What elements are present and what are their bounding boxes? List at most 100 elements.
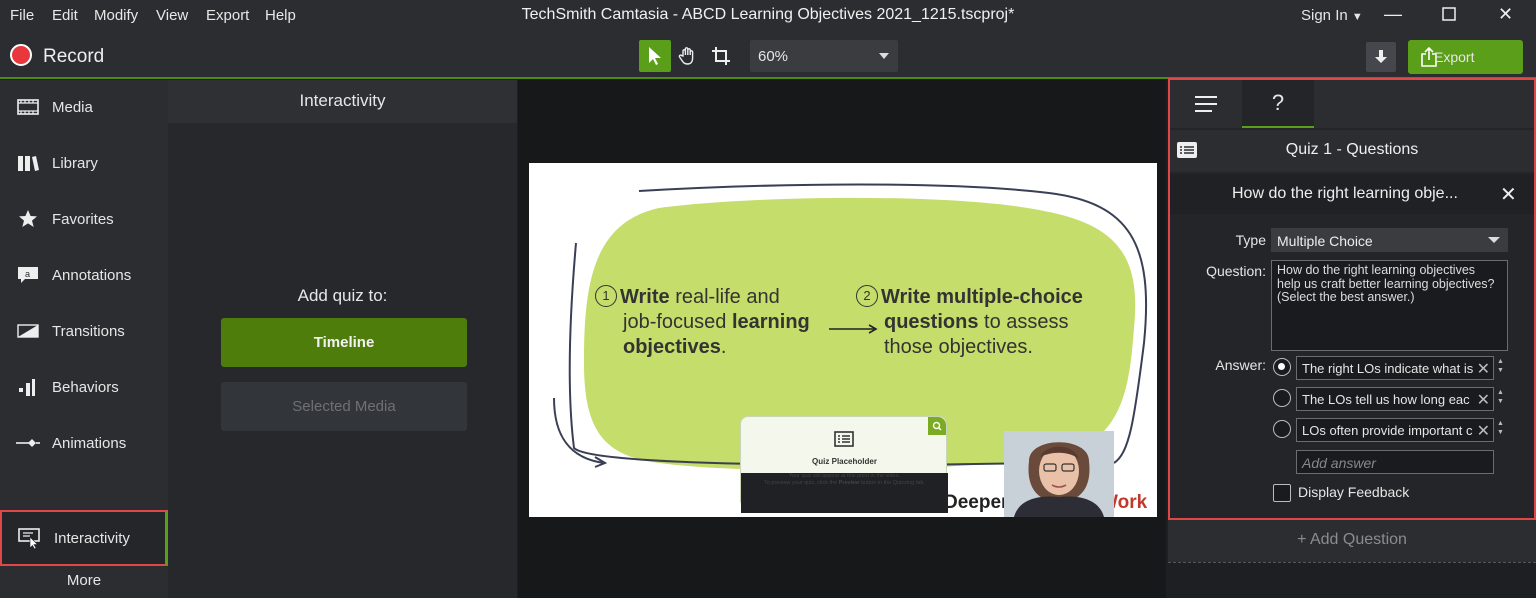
record-button[interactable]: Record bbox=[43, 46, 104, 68]
answer-reorder-3[interactable]: ▲ ▼ bbox=[1497, 419, 1505, 437]
chevron-down-icon: ▼ bbox=[1351, 11, 1363, 23]
answer-label: Answer: bbox=[1215, 357, 1266, 373]
presenter-avatar bbox=[1004, 431, 1114, 517]
sidebar-item-annotations[interactable]: a Annotations bbox=[0, 248, 168, 302]
add-quiz-label: Add quiz to: bbox=[297, 286, 388, 305]
star-icon bbox=[16, 209, 40, 229]
step-one-verb: Write bbox=[620, 286, 670, 308]
question-label: Question: bbox=[1206, 263, 1266, 279]
sidebar-item-label: Library bbox=[52, 154, 98, 172]
remove-answer-icon[interactable]: ✕ bbox=[1474, 390, 1490, 410]
step-two-line2-bold: questions bbox=[884, 311, 979, 333]
arrow-down-icon bbox=[1375, 50, 1387, 63]
question-textarea[interactable]: How do the right learning objectives hel… bbox=[1271, 260, 1508, 351]
sign-in-label: Sign In bbox=[1301, 7, 1348, 24]
question-drop-area bbox=[1168, 562, 1536, 598]
step-one-line3: objectives bbox=[623, 336, 721, 358]
sidebar-item-label: Media bbox=[52, 98, 93, 116]
quiz-placeholder-line1: Your quiz will appear at this point in t… bbox=[788, 473, 901, 479]
library-icon bbox=[16, 153, 40, 173]
sidebar-item-animations[interactable]: Animations bbox=[0, 416, 168, 470]
step-one-line2-bold: learning bbox=[731, 311, 810, 333]
interactivity-icon bbox=[18, 528, 42, 549]
sidebar-item-label: Transitions bbox=[52, 322, 125, 340]
remove-answer-icon[interactable]: ✕ bbox=[1474, 359, 1490, 379]
answer-text-1: The right LOs indicate what is bbox=[1302, 361, 1474, 376]
pan-hand-icon[interactable] bbox=[672, 40, 704, 72]
display-feedback-checkbox[interactable] bbox=[1273, 484, 1291, 502]
quiz-placeholder-line2: To preview your quiz, click the bbox=[764, 480, 839, 486]
sidebar-item-media[interactable]: Media bbox=[0, 80, 168, 134]
behaviors-icon bbox=[16, 377, 40, 397]
sidebar-item-interactivity[interactable]: Interactivity bbox=[0, 510, 168, 566]
sidebar-item-label: Animations bbox=[52, 434, 127, 452]
step-one-period: . bbox=[720, 336, 727, 358]
answer-input-1[interactable]: The right LOs indicate what is ✕ bbox=[1296, 356, 1494, 380]
add-question-button[interactable]: + Add Question bbox=[1168, 520, 1536, 562]
quiz-placeholder-preview: Preview bbox=[838, 480, 860, 486]
remove-answer-icon[interactable]: ✕ bbox=[1474, 421, 1490, 441]
animation-icon bbox=[16, 433, 40, 453]
sidebar-item-label: Favorites bbox=[52, 210, 114, 228]
close-icon[interactable]: ✕ bbox=[1498, 4, 1513, 25]
chevron-down-icon bbox=[1488, 237, 1500, 243]
quiz-placeholder[interactable]: Quiz Placeholder Your quiz will appear a… bbox=[740, 416, 948, 513]
menu-bar: File Edit Modify View Export Help TechSm… bbox=[0, 0, 1536, 32]
export-button[interactable]: Export bbox=[1408, 40, 1523, 74]
more-button[interactable]: More bbox=[0, 572, 168, 589]
step-two-number: 2 bbox=[856, 285, 878, 307]
answer-text-2: The LOs tell us how long eac bbox=[1302, 392, 1470, 407]
type-label: Type bbox=[1235, 232, 1266, 248]
pointer-icon[interactable] bbox=[639, 40, 671, 72]
answer-input-2[interactable]: The LOs tell us how long eac ✕ bbox=[1296, 387, 1494, 411]
quiz-marker-icon bbox=[928, 417, 946, 435]
maximize-icon[interactable] bbox=[1442, 5, 1456, 26]
sidebar-item-label: Annotations bbox=[52, 266, 132, 284]
answer-reorder-2[interactable]: ▲ ▼ bbox=[1497, 388, 1505, 406]
sidebar-item-label: Behaviors bbox=[52, 378, 119, 396]
svg-text:a: a bbox=[25, 269, 30, 279]
record-icon[interactable] bbox=[10, 44, 32, 66]
sidebar-item-transitions[interactable]: Transitions bbox=[0, 304, 168, 358]
annotation-icon: a bbox=[16, 265, 40, 285]
quiz-header: Quiz 1 - Questions bbox=[1170, 130, 1534, 172]
panel-title: Interactivity bbox=[168, 80, 517, 123]
sidebar-item-library[interactable]: Library bbox=[0, 136, 168, 190]
answer-input-3[interactable]: LOs often provide important c ✕ bbox=[1296, 418, 1494, 442]
add-answer-input[interactable]: Add answer bbox=[1296, 450, 1494, 474]
question-title[interactable]: How do the right learning obje... bbox=[1232, 185, 1458, 203]
quiz-list-icon bbox=[834, 431, 854, 452]
download-button[interactable] bbox=[1366, 42, 1396, 72]
tab-properties[interactable] bbox=[1170, 80, 1242, 128]
answer-reorder-1[interactable]: ▲ ▼ bbox=[1497, 357, 1505, 375]
zoom-select[interactable]: 60% bbox=[750, 40, 898, 72]
question-header: How do the right learning obje... ✕ bbox=[1170, 174, 1534, 214]
video-canvas[interactable]: 1 Write real-life and job-focused learnin… bbox=[529, 163, 1157, 517]
step-two-text: 2 Write multiple-choice questions to asse… bbox=[856, 285, 1083, 360]
step-one-number: 1 bbox=[595, 285, 617, 307]
answer-radio-1[interactable] bbox=[1273, 358, 1291, 376]
film-icon bbox=[16, 97, 40, 117]
add-quiz-timeline-button[interactable]: Timeline bbox=[221, 318, 467, 367]
tab-quiz[interactable]: ? bbox=[1242, 80, 1314, 128]
question-type-value: Multiple Choice bbox=[1277, 233, 1373, 249]
left-sidebar: Media Library Favorites a Annotations Tr… bbox=[0, 80, 168, 598]
sidebar-item-behaviors[interactable]: Behaviors bbox=[0, 360, 168, 414]
answer-radio-3[interactable] bbox=[1273, 420, 1291, 438]
sidebar-item-favorites[interactable]: Favorites bbox=[0, 192, 168, 246]
quiz-properties-panel: ? Quiz 1 - Questions How do the right le… bbox=[1168, 78, 1536, 520]
add-quiz-selected-media-button[interactable]: Selected Media bbox=[221, 382, 467, 431]
step-one-text: 1 Write real-life and job-focused learnin… bbox=[595, 285, 810, 360]
export-label: Export bbox=[1434, 49, 1475, 65]
close-icon[interactable]: ✕ bbox=[1500, 182, 1517, 207]
canvas-area: 1 Write real-life and job-focused learnin… bbox=[518, 80, 1166, 598]
step-one-line1: real-life and bbox=[669, 286, 780, 308]
transition-icon bbox=[16, 321, 40, 341]
crop-icon[interactable] bbox=[705, 40, 737, 72]
answer-radio-2[interactable] bbox=[1273, 389, 1291, 407]
webcam-overlay[interactable] bbox=[1004, 431, 1114, 517]
minimize-icon[interactable]: — bbox=[1384, 4, 1402, 25]
question-type-select[interactable]: Multiple Choice bbox=[1271, 228, 1508, 252]
sign-in-button[interactable]: Sign In ▼ bbox=[1301, 7, 1363, 24]
quiz-placeholder-description: Your quiz will appear at this point in t… bbox=[741, 473, 948, 513]
